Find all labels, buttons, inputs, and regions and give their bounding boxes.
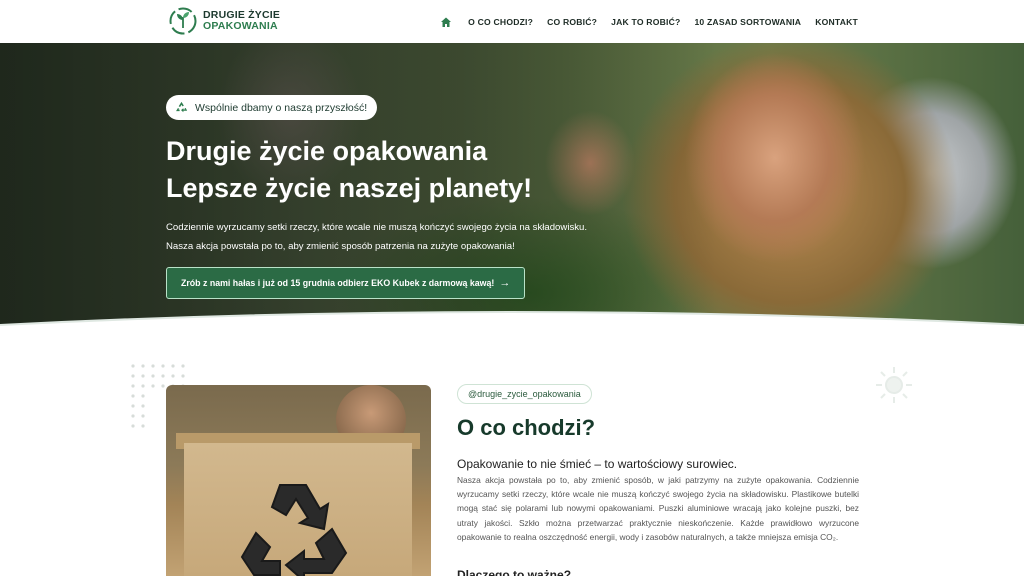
site-logo[interactable]: DRUGIE ŻYCIE OPAKOWANIA [168,6,280,36]
hero-section: Wspólnie dbamy o naszą przyszłość! Drugi… [0,43,1024,343]
nav-item-o-co-chodzi[interactable]: O CO CHODZI? [468,17,533,27]
main-nav: O CO CHODZI? CO ROBIĆ? JAK TO ROBIĆ? 10 … [440,0,858,43]
recycle-icon [176,101,188,113]
hero-text-line-1: Codziennie wyrzucamy setki rzeczy, które… [166,222,588,233]
arrow-right-icon: → [499,277,511,289]
next-section-heading: Dlaczego to ważne? [457,568,572,576]
hero-cta-label: Zrób z nami hałas i już od 15 grudnia od… [181,278,495,288]
hero-title-line-2: Lepsze życie naszej planety! [166,173,533,203]
instagram-handle-tag[interactable]: @drugie_zycie_opakowania [457,384,592,404]
house-icon[interactable] [440,16,452,28]
logo-line-2: OPAKOWANIA [203,20,278,32]
hero-description: Codziennie wyrzucamy setki rzeczy, które… [166,218,587,256]
section-body-text: Nasza akcja powstała po to, aby zmienić … [457,475,859,542]
section-subtitle: Opakowanie to nie śmieć – to wartościowy… [457,457,738,471]
sun-sparkle-icon [876,367,912,403]
hero-wave-divider [0,311,1024,343]
hero-text-line-2: Nasza akcja powstała po to, aby zmienić … [166,241,515,252]
hero-badge: Wspólnie dbamy o naszą przyszłość! [166,95,378,120]
hero-title: Drugie życie opakowania Lepsze życie nas… [166,133,532,207]
nav-item-co-robic[interactable]: CO ROBIĆ? [547,17,597,27]
leaf-recycle-logo-icon [169,7,197,35]
nav-item-kontakt[interactable]: KONTAKT [815,17,858,27]
hero-badge-text: Wspólnie dbamy o naszą przyszłość! [195,101,368,114]
recycle-symbol-icon [240,484,348,576]
logo-text: DRUGIE ŻYCIE OPAKOWANIA [203,10,280,32]
section-title: O co chodzi? [457,415,596,440]
site-header: DRUGIE ŻYCIE OPAKOWANIA O CO CHODZI? CO … [0,0,1024,43]
hero-title-line-1: Drugie życie opakowania [166,136,488,166]
nav-item-jak-to-robic[interactable]: JAK TO ROBIĆ? [611,17,680,27]
nav-item-10-zasad[interactable]: 10 ZASAD SORTOWANIA [694,17,801,27]
hero-cta-button[interactable]: Zrób z nami hałas i już od 15 grudnia od… [166,267,526,299]
recycling-box-photo [166,385,431,576]
